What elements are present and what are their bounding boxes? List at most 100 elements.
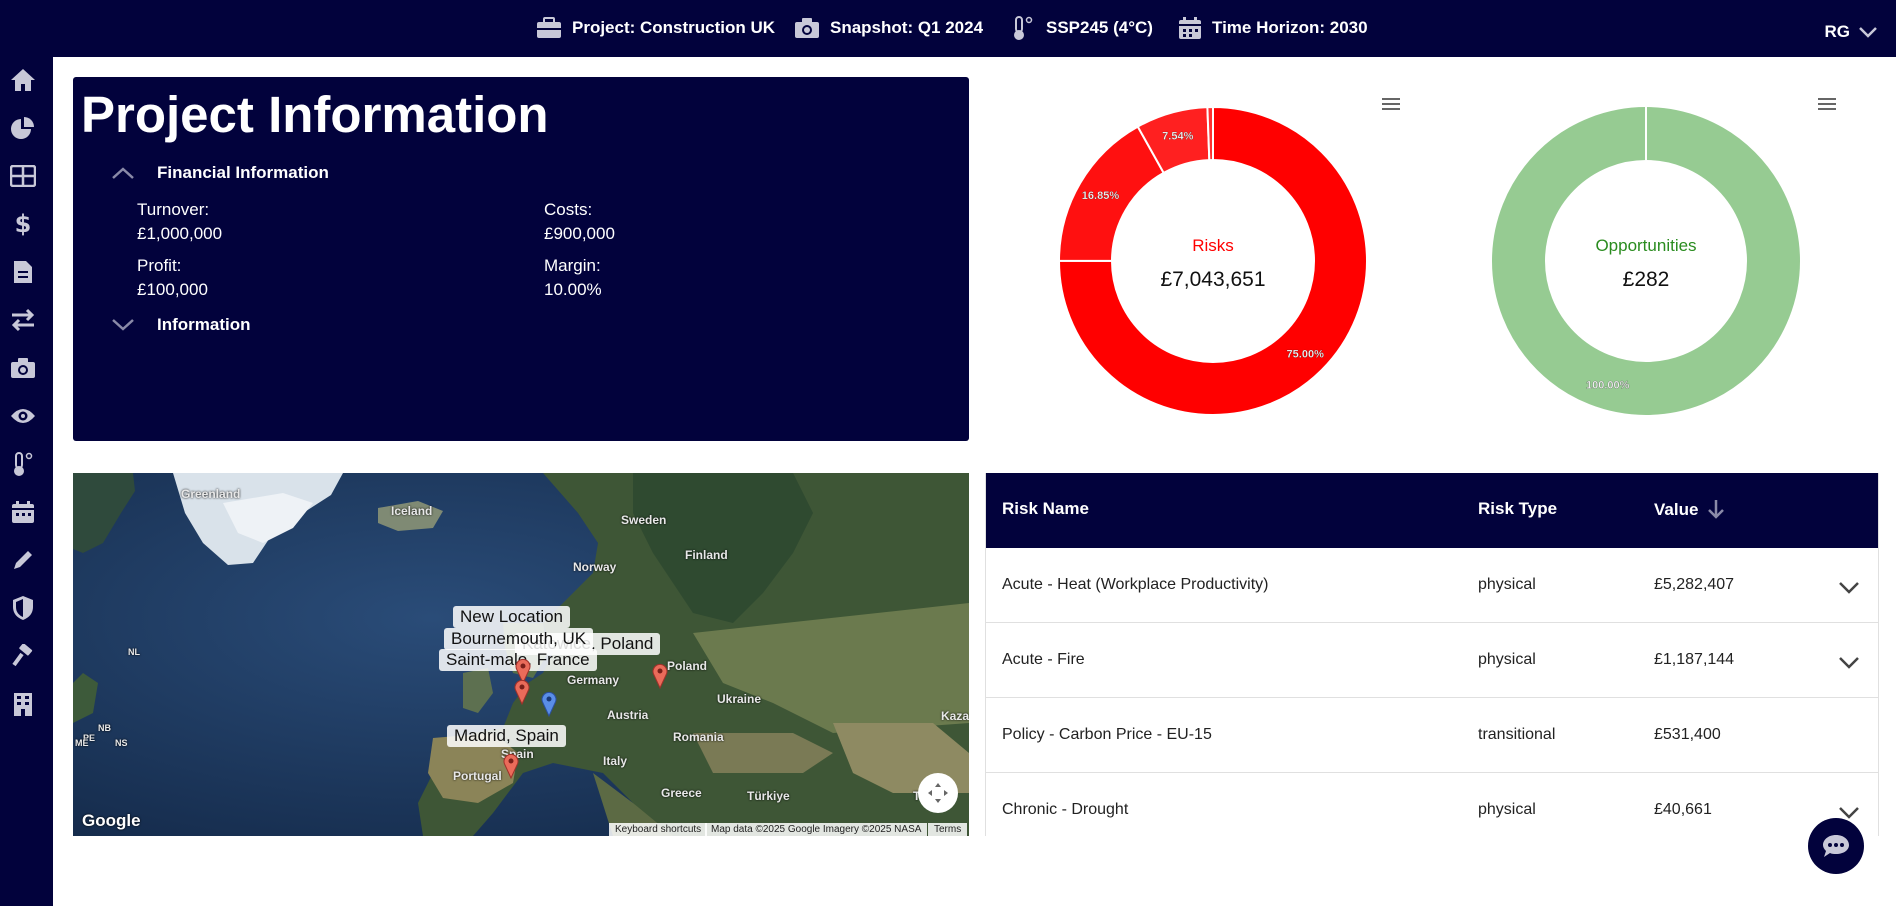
chevron-down-icon[interactable]: [1838, 656, 1860, 670]
risk-table: Risk Name Risk Type Value Acute - Heat (…: [985, 473, 1879, 836]
risk-value-cell: £40,661: [1654, 801, 1712, 818]
shield-icon[interactable]: [10, 595, 36, 621]
turnover-field: Turnover: £1,000,000: [137, 198, 222, 246]
table-row[interactable]: Acute - Heat (Workplace Productivity) ph…: [986, 548, 1878, 623]
slice-data-label: 75.00%: [1287, 348, 1325, 360]
chat-button[interactable]: [1808, 818, 1864, 874]
slice-data-label: 16.85%: [1082, 190, 1120, 202]
snapshot-selector[interactable]: Snapshot: Q1 2024: [794, 15, 983, 41]
map-place-label: Greenland: [181, 487, 241, 501]
chat-icon: [1823, 835, 1849, 857]
chart-menu-icon[interactable]: [1382, 97, 1400, 111]
map-place-label: NL: [128, 647, 140, 657]
map-place-label: NS: [115, 738, 128, 748]
terms-link[interactable]: Terms: [928, 823, 968, 836]
donut-center-title: Opportunities: [1595, 236, 1696, 255]
table-icon[interactable]: [10, 163, 36, 189]
map-attribution: Map data ©2025 Google Imagery ©2025 NASA: [705, 823, 928, 836]
donut-center-value: £7,043,651: [1160, 268, 1265, 291]
map-pin-icon[interactable]: [541, 691, 557, 717]
table-row[interactable]: Policy - Carbon Price - EU-15 transition…: [986, 698, 1878, 773]
risk-type-cell: transitional: [1478, 726, 1556, 743]
table-header: Risk Name Risk Type Value: [986, 473, 1878, 548]
column-header-risk-name[interactable]: Risk Name: [1002, 499, 1089, 519]
map-label-madrid[interactable]: Madrid, Spain: [447, 725, 566, 747]
costs-label: Costs:: [544, 200, 593, 219]
scenario-selector[interactable]: SSP245 (4°C): [1010, 15, 1153, 41]
table-row[interactable]: Acute - Fire physical £1,187,144: [986, 623, 1878, 698]
dollar-icon[interactable]: $: [10, 211, 36, 237]
camera-icon[interactable]: [10, 355, 36, 381]
table-row[interactable]: Chronic - Drought physical £40,661: [986, 773, 1878, 836]
horizon-selector[interactable]: Time Horizon: 2030: [1178, 15, 1368, 41]
donut-slice[interactable]: [1206, 105, 1214, 162]
risk-type-cell: physical: [1478, 576, 1536, 593]
risk-type-cell: physical: [1478, 801, 1536, 818]
opportunities-donut-chart: 100.00% Opportunities £282: [1492, 107, 1800, 415]
map-pin-icon[interactable]: [652, 663, 668, 689]
risk-name-cell: Policy - Carbon Price - EU-15: [1002, 726, 1212, 743]
map-fullscreen-button[interactable]: [918, 773, 958, 813]
keyboard-shortcuts-link[interactable]: Keyboard shortcuts: [609, 823, 708, 836]
financial-section-toggle[interactable]: Financial Information: [111, 163, 329, 183]
risks-donut-chart: 75.00% 16.85% 7.54% Risks £7,043,651: [1057, 105, 1368, 416]
user-menu[interactable]: RG: [1825, 22, 1879, 42]
calendar-icon[interactable]: [10, 499, 36, 525]
building-icon[interactable]: [10, 691, 36, 717]
map-pin-icon[interactable]: [503, 753, 519, 779]
user-initials: RG: [1824, 22, 1851, 41]
information-section-title: Information: [157, 315, 251, 334]
top-bar: Project: Construction UK Snapshot: Q1 20…: [0, 0, 1896, 57]
chevron-down-icon[interactable]: [1838, 581, 1860, 595]
risk-value-cell: £531,400: [1654, 726, 1721, 743]
expand-arrows-icon: [928, 783, 948, 803]
risk-value-cell: £5,282,407: [1654, 576, 1735, 593]
margin-field: Margin: 10.00%: [544, 254, 602, 302]
map-label-new-location[interactable]: New Location: [453, 606, 571, 628]
column-header-value-label: Value: [1654, 500, 1699, 519]
thermometer-icon[interactable]: [10, 451, 36, 477]
map-place-label: Portugal: [453, 769, 502, 783]
map-pin-icon[interactable]: [514, 679, 530, 705]
risks-chart-card: 75.00% 16.85% 7.54% Risks £7,043,651: [997, 77, 1429, 441]
pencil-icon[interactable]: [10, 547, 36, 573]
risk-name-cell: Acute - Fire: [1002, 651, 1085, 668]
chevron-down-icon: [1859, 27, 1877, 38]
project-selector[interactable]: Project: Construction UK: [536, 15, 775, 41]
hammer-icon[interactable]: [10, 643, 36, 669]
eye-icon[interactable]: [10, 403, 36, 429]
map-place-label: Iceland: [391, 504, 433, 518]
slice-data-label: 7.54%: [1162, 130, 1193, 142]
chart-menu-icon[interactable]: [1818, 97, 1836, 111]
donut-center-title: Risks: [1192, 236, 1234, 255]
column-header-value[interactable]: Value: [1654, 499, 1725, 520]
risk-name-cell: Acute - Heat (Workplace Productivity): [1002, 576, 1269, 593]
information-section-toggle[interactable]: Information: [111, 315, 251, 335]
risk-value-cell: £1,187,144: [1654, 651, 1735, 668]
location-map[interactable]: Greenland Iceland Sweden Finland Norway …: [73, 473, 969, 836]
google-logo: Google: [82, 811, 141, 830]
thermometer-icon: [1014, 16, 1033, 40]
map-place-label: Türkiye: [747, 789, 790, 803]
home-icon[interactable]: [10, 67, 36, 93]
swap-icon[interactable]: [10, 307, 36, 333]
map-place-label: Finland: [685, 548, 728, 562]
margin-label: Margin:: [544, 256, 601, 275]
map-place-label: Ukraine: [717, 692, 762, 706]
map-place-label: Sweden: [621, 513, 667, 527]
horizon-label: Time Horizon: 2030: [1212, 18, 1368, 37]
column-header-risk-type[interactable]: Risk Type: [1478, 499, 1557, 519]
map-label-bournemouth[interactable]: Bournemouth, UK: [444, 628, 594, 650]
chevron-down-icon: [112, 319, 134, 331]
map-place-label: ME: [75, 738, 89, 748]
map-place-label: Norway: [573, 560, 617, 574]
donut-slice[interactable]: [1492, 107, 1800, 415]
sidebar: $: [0, 57, 53, 906]
snapshot-label: Snapshot: Q1 2024: [830, 18, 984, 37]
document-icon[interactable]: [10, 259, 36, 285]
opportunities-chart-card: 100.00% Opportunities £282: [1430, 77, 1862, 441]
chevron-up-icon: [112, 167, 134, 179]
profit-value: £100,000: [137, 280, 208, 299]
map-place-label: Austria: [607, 708, 649, 722]
pie-chart-icon[interactable]: [10, 115, 36, 141]
